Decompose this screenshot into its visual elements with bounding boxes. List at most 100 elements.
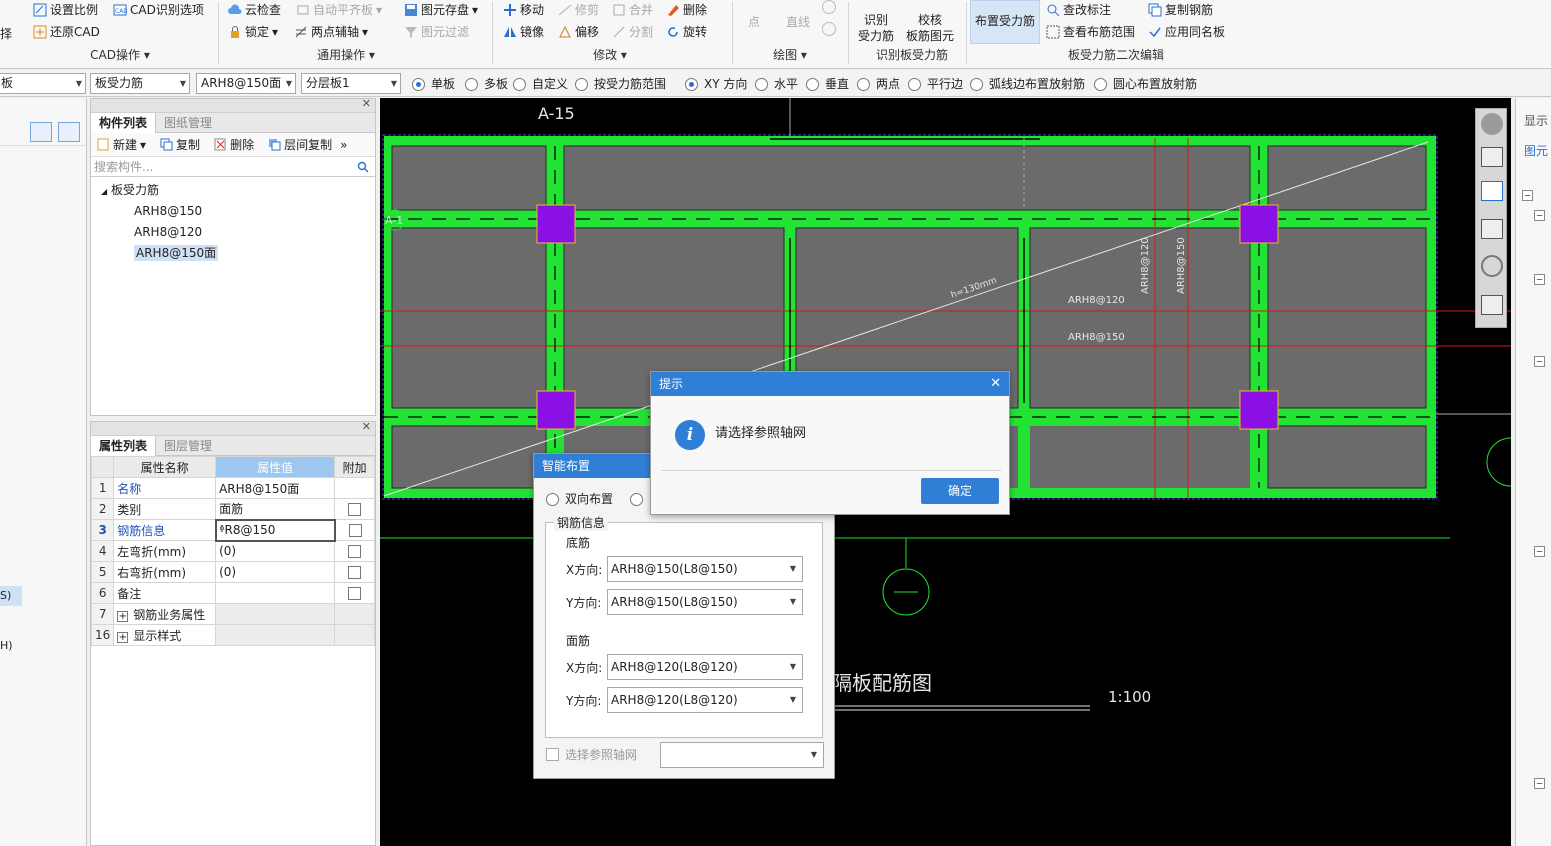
radio-dot[interactable] <box>755 77 768 91</box>
arc-icon[interactable] <box>822 22 836 36</box>
lock-button[interactable]: 锁定 ▾ <box>228 22 278 42</box>
top-y-select[interactable]: ARH8@120(L8@120) ▼ <box>607 687 803 713</box>
tab-display[interactable]: 显示 <box>1524 112 1548 129</box>
collapse-icon[interactable]: − <box>1522 190 1533 201</box>
property-value[interactable]: 面筋 <box>215 498 336 520</box>
beam[interactable] <box>1426 136 1436 498</box>
tab-elements[interactable]: 图元 <box>1524 142 1548 159</box>
mode-radio[interactable]: 单板 <box>412 75 455 93</box>
grid-view-icon[interactable] <box>58 122 80 142</box>
floor-type-combo[interactable]: 板 ▼ <box>0 73 86 94</box>
apply-same-slab-button[interactable]: 应用同名板 <box>1148 22 1225 42</box>
more-icon[interactable]: » <box>340 138 347 152</box>
modify-label-button[interactable]: 查改标注 <box>1046 0 1111 20</box>
trim-button[interactable]: 修剪 <box>558 0 599 20</box>
mode-radio[interactable]: 自定义 <box>513 75 568 93</box>
property-row[interactable]: 3 钢筋信息 ᶲR8@150 <box>90 518 375 542</box>
select-grid-checkbox[interactable]: 选择参照轴网 <box>546 746 637 763</box>
tab-drawings[interactable]: 图纸管理 <box>156 113 220 133</box>
refresh-view-icon[interactable] <box>1481 255 1503 277</box>
radio-dot[interactable] <box>685 77 698 91</box>
property-row[interactable]: 16 + 显示样式 <box>90 624 375 646</box>
mode-radio[interactable]: 按受力筋范围 <box>575 75 666 93</box>
box-view-icon[interactable] <box>1481 219 1503 239</box>
radio-dot[interactable] <box>513 77 526 91</box>
property-value[interactable] <box>215 624 336 646</box>
two-point-aux-button[interactable]: 两点辅轴 ▾ <box>294 22 368 42</box>
list-view-icon[interactable] <box>30 122 52 142</box>
property-value[interactable] <box>215 582 336 604</box>
copy-button[interactable]: 复制 <box>160 136 200 153</box>
filter-button[interactable]: 图元过滤 <box>404 22 469 42</box>
beam[interactable] <box>384 136 392 498</box>
tree-item-selected[interactable]: ARH8@150面 <box>91 243 375 264</box>
ok-button[interactable]: 确定 <box>921 478 999 504</box>
bottom-y-select[interactable]: ARH8@150(L8@150) ▼ <box>607 589 803 615</box>
tab-properties[interactable]: 属性列表 <box>91 436 157 456</box>
save-elem-button[interactable]: 图元存盘 ▾ <box>404 0 478 20</box>
radio-dot[interactable] <box>412 77 425 91</box>
property-row[interactable]: 7 + 钢筋业务属性 <box>90 603 375 625</box>
nav-item[interactable]: H) <box>0 636 13 656</box>
property-row[interactable]: 2 类别 面筋 <box>90 498 375 520</box>
radio-dot[interactable] <box>1094 77 1107 91</box>
cloud-check-button[interactable]: 云检查 <box>228 0 281 20</box>
nav-item-selected[interactable]: S) <box>0 586 22 606</box>
other-radio[interactable] <box>630 490 643 508</box>
expand-icon[interactable]: + <box>117 631 129 643</box>
cube-view-icon[interactable] <box>1481 181 1503 201</box>
merge-button[interactable]: 合并 <box>612 0 653 20</box>
property-value[interactable] <box>215 603 336 625</box>
copy-rebar-button[interactable]: 复制钢筋 <box>1148 0 1213 20</box>
mode-radio[interactable]: 弧线边布置放射筋 <box>970 75 1085 93</box>
view-range-button[interactable]: 查看布筋范围 <box>1046 22 1135 42</box>
property-row[interactable]: 1 名称 ARH8@150面 <box>90 477 375 499</box>
mode-radio[interactable]: 平行边 <box>908 75 963 93</box>
3d-view-icon[interactable] <box>1481 147 1503 167</box>
radio-dot[interactable] <box>465 77 478 91</box>
component-search-input[interactable]: 搜索构件... <box>91 157 375 177</box>
floor-copy-button[interactable]: 层间复制 <box>268 136 332 153</box>
restore-cad-button[interactable]: 还原CAD <box>33 22 100 42</box>
layout-view-icon[interactable] <box>1481 295 1503 315</box>
close-icon[interactable]: ✕ <box>362 97 371 110</box>
tree-item[interactable]: ARH8@120 <box>91 222 375 243</box>
property-value[interactable]: (0) <box>215 540 336 562</box>
close-icon[interactable]: ✕ <box>990 372 1001 396</box>
tree-root[interactable]: ◢ 板受力筋 <box>91 180 375 201</box>
extra-checkbox[interactable] <box>348 566 362 579</box>
delete-button[interactable]: 删除 <box>666 0 707 20</box>
property-value[interactable]: (0) <box>215 561 336 583</box>
beam[interactable] <box>384 136 1436 146</box>
collapse-icon[interactable]: ◢ <box>101 187 107 196</box>
delete-button[interactable]: 删除 <box>214 136 254 153</box>
radio-dot[interactable] <box>857 77 870 91</box>
draw-line-button[interactable]: 直线 <box>786 14 810 30</box>
draw-point-button[interactable]: 点 <box>748 14 760 30</box>
check-slab-rebar-button[interactable]: 校核 板筋图元 <box>906 12 954 44</box>
collapse-icon[interactable]: − <box>1534 546 1545 557</box>
tab-components[interactable]: 构件列表 <box>91 113 157 133</box>
component-name-combo[interactable]: ARH8@150面 ▼ <box>196 73 296 94</box>
mirror-button[interactable]: 镜像 <box>503 22 544 42</box>
property-row[interactable]: 4 左弯折(mm) (0) <box>90 540 375 562</box>
extra-checkbox[interactable] <box>348 587 362 600</box>
identify-rebar-button[interactable]: 识别 受力筋 <box>858 12 894 44</box>
tab-layers[interactable]: 图层管理 <box>156 436 220 456</box>
collapse-icon[interactable]: − <box>1534 274 1545 285</box>
radio-dot[interactable] <box>806 77 819 91</box>
collapse-icon[interactable]: − <box>1534 778 1545 789</box>
split-button[interactable]: 分割 <box>612 22 653 42</box>
set-scale-button[interactable]: 设置比例 <box>33 0 98 20</box>
cad-options-button[interactable]: CAD CAD识别选项 <box>113 0 204 20</box>
mode-radio[interactable]: 两点 <box>857 75 900 93</box>
grid-select[interactable]: ▼ <box>660 742 824 768</box>
component-type-combo[interactable]: 板受力筋 ▼ <box>90 73 190 94</box>
extra-checkbox[interactable] <box>348 524 362 537</box>
expand-icon[interactable]: + <box>117 610 129 622</box>
layer-combo[interactable]: 分层板1 ▼ <box>301 73 401 94</box>
extra-checkbox[interactable] <box>348 503 362 516</box>
top-x-select[interactable]: ARH8@120(L8@120) ▼ <box>607 654 803 680</box>
collapse-icon[interactable]: − <box>1534 356 1545 367</box>
property-row[interactable]: 5 右弯折(mm) (0) <box>90 561 375 583</box>
